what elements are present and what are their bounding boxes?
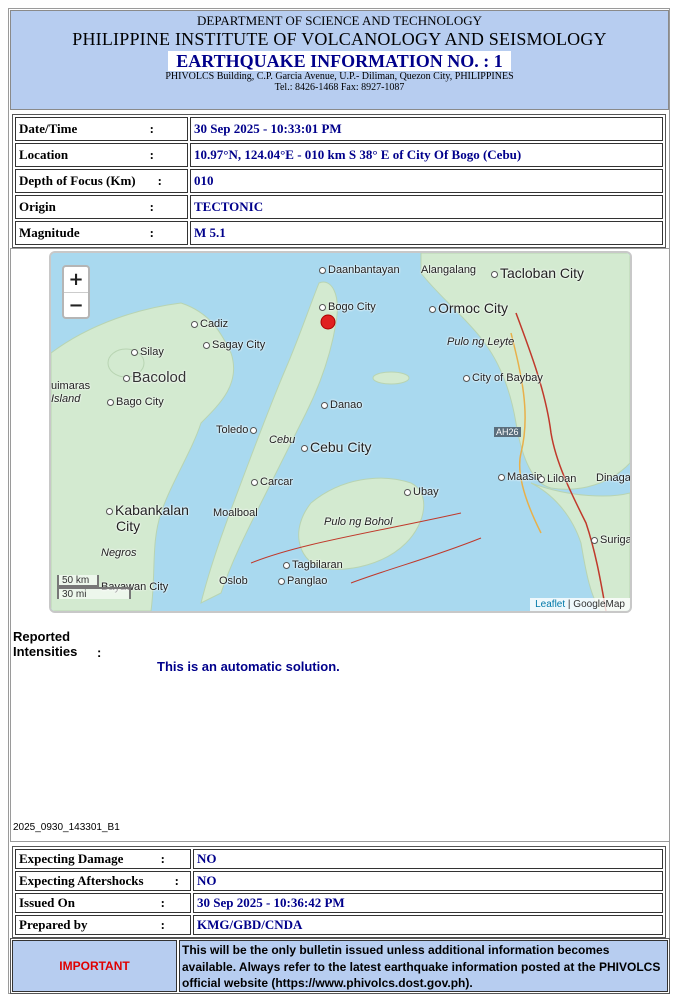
place-label: Silay <box>131 346 164 358</box>
place-label: Tagbilaran <box>283 559 343 571</box>
important-text: This will be the only bulletin issued un… <box>179 940 668 992</box>
table-row: Prepared by: KMG/GBD/CNDA <box>15 915 663 935</box>
bulletin-id: 2025_0930_143301_B1 <box>13 822 120 833</box>
place-label: Daanbantayan <box>319 264 400 276</box>
place-label: City <box>116 518 141 534</box>
reported-intensities-label: Reported Intensities <box>13 629 78 659</box>
damage-value: NO <box>193 849 663 869</box>
place-label: Surigao <box>591 534 630 546</box>
important-label: IMPORTANT <box>12 940 177 992</box>
place-label: Negros <box>101 547 137 559</box>
department-name: DEPARTMENT OF SCIENCE AND TECHNOLOGY <box>196 13 482 28</box>
place-label: Ubay <box>404 486 439 498</box>
place-label: Carcar <box>251 476 293 488</box>
table-row: Depth of Focus (Km): 010 <box>15 169 663 193</box>
event-info-table: Date/Time: 30 Sep 2025 - 10:33:01 PM Loc… <box>12 114 666 248</box>
eq-info-number: EARTHQUAKE INFORMATION NO. : 1 <box>168 51 511 71</box>
table-row: Origin: TECTONIC <box>15 195 663 219</box>
place-label: Bago City <box>107 396 164 408</box>
place-label: Danao <box>321 399 362 411</box>
place-label: Liloan <box>538 473 576 485</box>
place-label: Tacloban City <box>491 265 584 281</box>
zoom-out-button[interactable]: − <box>64 293 88 318</box>
aftershocks-value: NO <box>193 871 663 891</box>
table-row: Location: 10.97°N, 124.04°E - 010 km S 3… <box>15 143 663 167</box>
place-label: uimaras <box>51 380 91 392</box>
table-row: Expecting Damage: NO <box>15 849 663 869</box>
zoom-in-button[interactable]: + <box>64 267 88 293</box>
location-value: 10.97°N, 124.04°E - 010 km S 38° E of Ci… <box>190 143 663 167</box>
place-label: City of Baybay <box>463 372 543 384</box>
epicenter-map[interactable]: + − Daanbantayan Alangalang Tacloban Cit… <box>49 251 632 613</box>
place-label: Alangalang <box>421 264 477 276</box>
origin-label: Origin <box>19 199 56 214</box>
place-label: Kabankalan <box>106 502 189 518</box>
datetime-label: Date/Time <box>19 121 78 136</box>
table-row: Expecting Aftershocks: NO <box>15 871 663 891</box>
automatic-solution-note: This is an automatic solution. <box>157 659 340 674</box>
place-label: Cebu <box>269 434 296 446</box>
table-row: Date/Time: 30 Sep 2025 - 10:33:01 PM <box>15 117 663 141</box>
assessment-table: Expecting Damage: NO Expecting Aftershoc… <box>12 846 666 938</box>
magnitude-value: M 5.1 <box>190 221 663 245</box>
aftershocks-label: Expecting Aftershocks <box>19 873 144 888</box>
magnitude-label: Magnitude <box>19 225 80 240</box>
leaflet-link[interactable]: Leaflet <box>535 599 565 610</box>
prepared-value: KMG/GBD/CNDA <box>193 915 663 935</box>
address: PHIVOLCS Building, C.P. Garcia Avenue, U… <box>165 71 514 82</box>
place-label: Moalboal <box>213 507 258 519</box>
telephone: Tel.: 8426-1468 Fax: 8927-1087 <box>274 82 405 93</box>
place-label: Sagay City <box>203 339 265 351</box>
place-label: Ormoc City <box>429 300 508 316</box>
scale-mi: 30 mi <box>57 587 131 600</box>
place-label: Maasin <box>498 471 542 483</box>
map-scale: 50 km 30 mi <box>57 575 131 600</box>
scale-km: 50 km <box>57 575 99 587</box>
zoom-control: + − <box>62 265 90 319</box>
origin-value: TECTONIC <box>190 195 663 219</box>
location-label: Location <box>19 147 69 162</box>
depth-value: 010 <box>190 169 663 193</box>
map-attribution: Leaflet | GoogleMap <box>530 598 630 611</box>
place-label: Panglao <box>278 575 327 587</box>
place-label: Toledo <box>216 424 259 436</box>
highway-shield: AH26 <box>494 427 521 437</box>
place-label: Pulo ng Bohol <box>324 516 393 528</box>
table-row: Magnitude: M 5.1 <box>15 221 663 245</box>
googlemap-credit: GoogleMap <box>573 599 625 610</box>
bulletin-header: DEPARTMENT OF SCIENCE AND TECHNOLOGY PHI… <box>10 10 669 110</box>
place-label: Oslob <box>219 575 248 587</box>
place-label: Island <box>51 393 81 405</box>
place-label: Bogo City <box>319 301 376 313</box>
epicenter-marker[interactable] <box>320 314 336 330</box>
table-row: Issued On: 30 Sep 2025 - 10:36:42 PM <box>15 893 663 913</box>
damage-label: Expecting Damage <box>19 851 124 866</box>
prepared-label: Prepared by <box>19 917 88 932</box>
datetime-value: 30 Sep 2025 - 10:33:01 PM <box>190 117 663 141</box>
issued-value: 30 Sep 2025 - 10:36:42 PM <box>193 893 663 913</box>
place-label: Bacolod <box>123 369 186 386</box>
issued-label: Issued On <box>19 895 75 910</box>
place-label: Dinaga <box>596 472 631 484</box>
place-label: Cadiz <box>191 318 228 330</box>
place-label: Pulo ng Leyte <box>447 336 515 348</box>
place-label: Cebu City <box>301 439 371 455</box>
depth-label: Depth of Focus (Km) <box>19 173 136 188</box>
institute-name: PHILIPPINE INSTITUTE OF VOLCANOLOGY AND … <box>72 29 607 49</box>
